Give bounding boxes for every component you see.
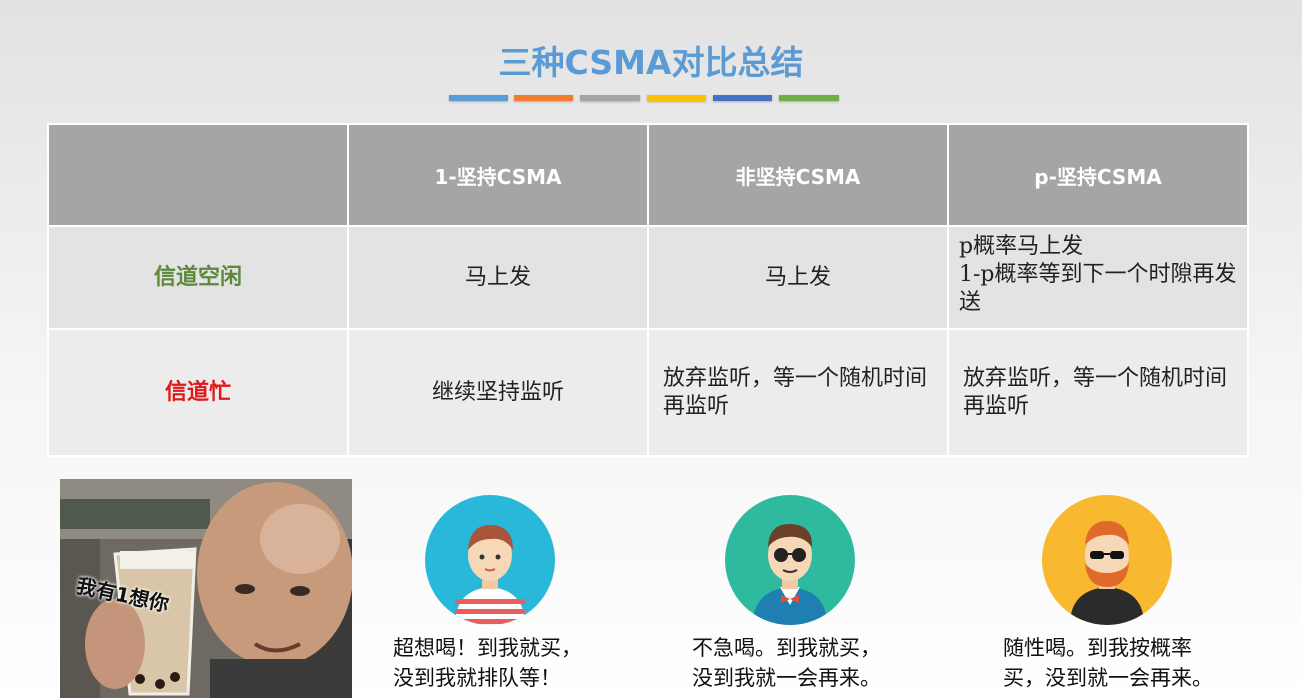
slide-title: 三种CSMA对比总结	[498, 43, 804, 82]
persona-caption-2: 不急喝。到我就买， 没到我就一会再来。	[692, 633, 881, 693]
persona-caption-1: 超想喝！到我就买， 没到我就排队等！	[393, 633, 582, 693]
header-non-persistent: 非坚持CSMA	[647, 123, 949, 227]
persona-caption-3-line2: 买，没到就一会再来。	[1003, 666, 1213, 690]
row-label-idle: 信道空闲	[47, 225, 349, 330]
persona-caption-1-line2: 没到我就排队等！	[393, 666, 561, 690]
header-empty	[47, 123, 349, 227]
color-bar-green	[779, 95, 839, 101]
cell-idle-p-persistent-text: p概率马上发 1-p概率等到下一个时隙再发送	[959, 234, 1237, 315]
cell-busy-1-persistent: 继续坚持监听	[347, 328, 649, 457]
boy-striped-shirt-icon	[425, 495, 555, 625]
table-row-busy: 信道忙 继续坚持监听 放弃监听，等一个随机时间再监听 放弃监听，等一个随机时间再…	[47, 328, 1249, 457]
persona-caption-2-line2: 没到我就一会再来。	[692, 666, 881, 690]
header-p-persistent: p-坚持CSMA	[947, 123, 1249, 227]
color-bar-blue	[449, 95, 508, 101]
cell-idle-non-persistent: 马上发	[647, 225, 949, 330]
cell-idle-p-persistent: p概率马上发 1-p概率等到下一个时隙再发送	[947, 225, 1249, 330]
persona-caption-3: 随性喝。到我按概率 买，没到就一会再来。	[1003, 633, 1213, 693]
cell-busy-p-persistent: 放弃监听，等一个随机时间再监听	[947, 328, 1249, 457]
persona-caption-1-line1: 超想喝！到我就买，	[393, 636, 582, 660]
persona-caption-3-line1: 随性喝。到我按概率	[1003, 636, 1192, 660]
color-bar-orange	[514, 95, 573, 101]
table-row-idle: 信道空闲 马上发 马上发 p概率马上发 1-p概率等到下一个时隙再发送	[47, 225, 1249, 330]
comparison-table: 1-坚持CSMA 非坚持CSMA p-坚持CSMA 信道空闲 马上发 马上发 p…	[47, 123, 1249, 457]
cell-busy-non-persistent: 放弃监听，等一个随机时间再监听	[647, 328, 949, 457]
cell-idle-1-persistent: 马上发	[347, 225, 649, 330]
meme-photo: 我有1想你	[60, 479, 352, 698]
color-bar-yellow	[647, 95, 706, 101]
header-1-persistent: 1-坚持CSMA	[347, 123, 649, 227]
color-bar-gray	[580, 95, 640, 101]
persona-caption-2-line1: 不急喝。到我就买，	[692, 636, 881, 660]
row-label-busy: 信道忙	[47, 328, 349, 457]
bearded-man-sunglasses-icon	[1042, 495, 1172, 625]
table-header-row: 1-坚持CSMA 非坚持CSMA p-坚持CSMA	[47, 123, 1249, 227]
man-glasses-bowtie-icon	[725, 495, 855, 625]
color-bar-darkblue	[713, 95, 772, 101]
